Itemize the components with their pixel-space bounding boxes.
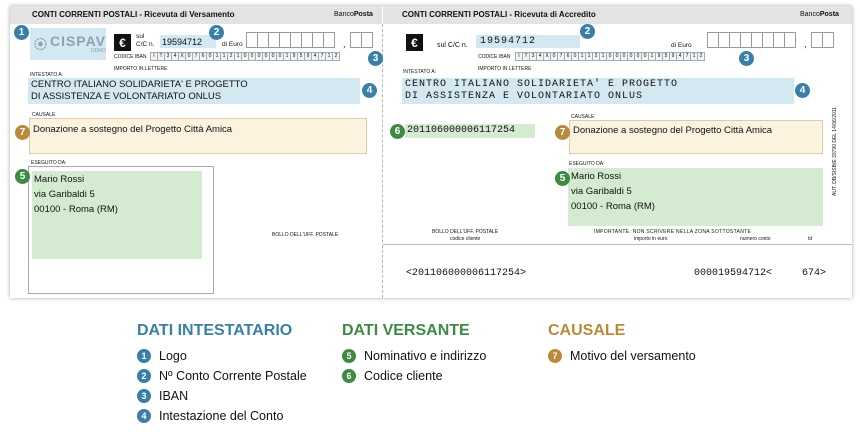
col-numero: numero conto — [740, 236, 771, 242]
legend-item-iban: 3 IBAN — [137, 389, 188, 403]
euro-icon: € — [114, 34, 131, 51]
legend-item-intestazione: 4 Intestazione del Conto — [137, 409, 283, 423]
right-eseguito-label: ESEGUITO DA: — [569, 161, 605, 167]
left-iban-label: CODICE IBAN — [114, 54, 147, 60]
euro-icon-right: € — [406, 34, 423, 51]
left-importo-label: IMPORTO IN LETTERE — [114, 66, 168, 72]
perforation-divider — [382, 24, 383, 298]
badge-cc-left: 2 — [209, 25, 224, 40]
legend-heading-causale: CAUSALE — [548, 322, 626, 339]
left-subtitle: - Ricevuta di Versamento — [139, 10, 235, 19]
iban-digit-cell: 2 — [332, 52, 340, 61]
left-sul-label: sul — [136, 33, 145, 40]
cispav-logo-icon — [34, 37, 47, 51]
left-eseguito-label: ESEGUITO DA: — [31, 160, 67, 166]
ocr-codice: <201106000006117254> — [406, 268, 527, 279]
badge-causale-right: 7 — [555, 125, 570, 140]
legend-heading-versante: DATI VERSANTE — [342, 322, 470, 339]
badge-codice-cliente: 6 — [390, 124, 405, 139]
left-euro-label: di Euro — [222, 41, 243, 48]
badge-causale-left: 7 — [15, 125, 30, 140]
left-iban-cells: IT34X0760112100000019594712 — [150, 52, 340, 61]
left-amount-cells — [246, 32, 335, 48]
legend-item-nominativo: 5 Nominativo e indirizzo — [342, 349, 486, 363]
right-brand: BancoPosta — [800, 11, 839, 18]
right-causale: Donazione a sostegno del Progetto Città … — [573, 125, 773, 136]
right-codice-cliente: 201106000006117254 — [405, 124, 535, 138]
right-intestatario: CENTRO ITALIANO SOLIDARIETA' E PROGETTO … — [405, 79, 679, 102]
col-importo: importo in euro — [634, 236, 668, 242]
left-title: CONTI CORRENTI POSTALI — [32, 10, 138, 19]
badge-iban-right: 3 — [739, 51, 754, 66]
badge-cc-right: 2 — [580, 24, 595, 39]
aut-text: AUT. DB/SISB/E 33790 DEL 14/06/2011 — [832, 107, 838, 196]
legend-heading-intestatario: DATI INTESTATARIO — [137, 322, 293, 339]
right-title: CONTI CORRENTI POSTALI — [402, 10, 508, 19]
right-euro-label: di Euro — [671, 42, 692, 49]
right-cc-number: 19594712 — [480, 36, 537, 47]
postal-slip: CONTI CORRENTI POSTALI - Ricevuta di Ver… — [10, 6, 852, 298]
ocr-conto: 000019594712< — [694, 268, 773, 279]
badge-versante-left: 5 — [15, 169, 30, 184]
badge-intestazione-left: 4 — [362, 83, 377, 98]
legend-item-cc: 2 Nº Conto Corrente Postale — [137, 369, 307, 383]
right-bollo-label: BOLLO DELL'UFF. POSTALE — [432, 229, 499, 235]
right-amount-cells — [707, 32, 796, 48]
left-brand: BancoPosta — [334, 11, 373, 18]
left-header-title: CONTI CORRENTI POSTALI - Ricevuta di Ver… — [32, 10, 235, 19]
iban-digit-cell: 2 — [697, 52, 705, 61]
badge-logo: 1 — [14, 25, 29, 40]
legend-item-logo: 1 Logo — [137, 349, 187, 363]
importante-note: IMPORTANTE: NON SCRIVERE NELLA ZONA SOTT… — [594, 229, 752, 235]
badge-intestazione-right: 4 — [795, 83, 810, 98]
left-intestatario: CENTRO ITALIANO SOLIDARIETA' E PROGETTO … — [31, 79, 248, 102]
legend-item-codice-cliente: 6 Codice cliente — [342, 369, 443, 383]
left-cc-label: C/C n. — [136, 41, 155, 48]
right-subtitle: - Ricevuta di Accredito — [509, 10, 596, 19]
left-bollo-label: BOLLO DELL'UFF. POSTALE — [272, 232, 339, 238]
right-intestato-label: INTESTATO A: — [403, 69, 437, 75]
badge-iban-left: 3 — [368, 51, 383, 66]
ocr-td: 674> — [802, 268, 827, 279]
legend-item-motivo: 7 Motivo del versamento — [548, 349, 696, 363]
right-iban-cells: IT34X0760112100000019594712 — [515, 52, 705, 61]
logo-box: CISPAV DEMO — [30, 28, 106, 60]
left-causale: Donazione a sostegno del Progetto Città … — [33, 124, 233, 135]
logo-text: CISPAV — [49, 32, 106, 49]
left-cc-number: 19594712 — [162, 37, 203, 47]
badge-versante-right: 5 — [555, 171, 570, 186]
ocr-separator — [383, 244, 852, 245]
right-importo-label: IMPORTO IN LETTERE — [478, 66, 532, 72]
left-versante: Mario Rossi via Garibaldi 5 00100 - Roma… — [34, 174, 118, 215]
right-cc-label: sul C/C n. — [437, 42, 468, 49]
right-bollo-sub: codice cliente — [450, 236, 481, 242]
col-td: td — [808, 236, 813, 242]
right-cents-cells — [811, 32, 834, 48]
left-cents-cells — [350, 32, 373, 48]
right-versante: Mario Rossi via Garibaldi 5 00100 - Roma… — [571, 171, 655, 212]
right-header-title: CONTI CORRENTI POSTALI - Ricevuta di Acc… — [402, 10, 596, 19]
right-iban-label: CODICE IBAN — [478, 54, 511, 60]
